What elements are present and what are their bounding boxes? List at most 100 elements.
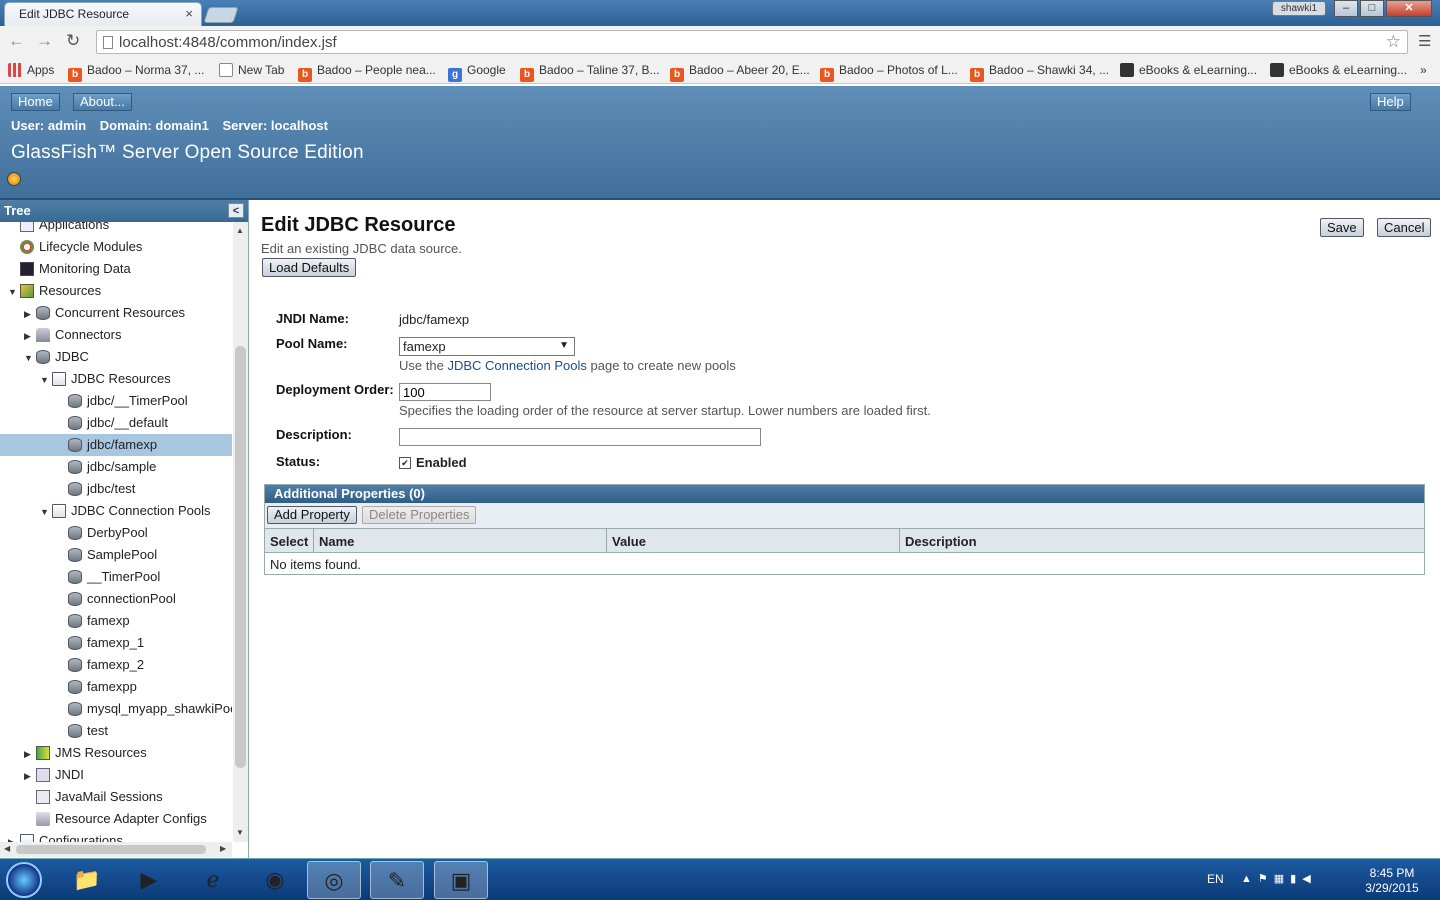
save-button[interactable]: Save (1320, 218, 1364, 237)
clock[interactable]: 8:45 PM 3/29/2015 (1357, 866, 1427, 896)
tab-close-icon[interactable]: × (185, 6, 193, 21)
description-input[interactable] (399, 428, 761, 446)
media-player-icon[interactable]: ▶ (122, 861, 176, 899)
tree-node[interactable]: ▼ JDBC Resources (0, 368, 171, 390)
tree-node[interactable]: ▼ JDBC (0, 346, 89, 368)
forward-arrow-icon[interactable]: → (36, 31, 53, 51)
expanded-arrow-icon[interactable]: ▼ (8, 287, 20, 297)
tray-icons[interactable]: ▲⚑▦▮◀ (1241, 872, 1317, 885)
tree-node[interactable]: jdbc/__default (0, 412, 168, 434)
menu-icon[interactable]: ☰ (1418, 32, 1431, 50)
profile-badge[interactable]: shawki1 (1272, 1, 1326, 16)
scroll-thumb[interactable] (16, 845, 206, 854)
tree-node[interactable]: famexpp (0, 676, 137, 698)
tree-node[interactable]: test (0, 720, 108, 742)
about-button[interactable]: About... (73, 93, 132, 111)
expanded-arrow-icon[interactable]: ▼ (40, 507, 52, 517)
start-button[interactable] (6, 862, 42, 898)
bookmark-item[interactable]: b Badoo – Norma 37, ... (68, 63, 204, 82)
tree-node[interactable]: Resource Adapter Configs (0, 808, 207, 830)
tree-node[interactable]: Lifecycle Modules (0, 236, 142, 258)
tree-node[interactable]: DerbyPool (0, 522, 148, 544)
virtualbox-icon[interactable]: ▣ (434, 861, 488, 899)
load-defaults-button[interactable]: Load Defaults (262, 258, 357, 277)
browser-tab[interactable]: Edit JDBC Resource × (4, 2, 202, 26)
bookmark-star-icon[interactable]: ☆ (1386, 32, 1401, 52)
tree-node[interactable]: jdbc/test (0, 478, 135, 500)
scroll-down-icon[interactable]: ▼ (236, 828, 244, 837)
firefox-icon[interactable]: ◉ (248, 861, 302, 899)
collapsed-arrow-icon[interactable]: ▶ (24, 771, 36, 782)
tree-node[interactable]: famexp (0, 610, 130, 632)
expanded-arrow-icon[interactable]: ▼ (24, 353, 36, 363)
reload-icon[interactable]: ↻ (66, 31, 80, 51)
tree-node[interactable]: Monitoring Data (0, 258, 131, 280)
home-button[interactable]: Home (11, 93, 60, 111)
tree-node[interactable]: jdbc/__TimerPool (0, 390, 188, 412)
chrome-icon[interactable]: ◎ (307, 861, 361, 899)
column-value[interactable]: Value (607, 529, 900, 553)
paint-icon[interactable]: ✎ (370, 861, 424, 899)
tree-node[interactable]: famexp_2 (0, 654, 144, 676)
collapse-tree-icon[interactable]: < (228, 203, 244, 218)
url-input[interactable]: localhost:4848/common/index.jsf ☆ (96, 30, 1408, 54)
scroll-up-icon[interactable]: ▲ (236, 226, 244, 235)
bookmark-item[interactable]: New Tab (219, 63, 284, 77)
tree-node[interactable]: ▶ JMS Resources (0, 742, 147, 764)
bookmark-item[interactable]: b Badoo – Photos of L... (820, 63, 958, 82)
tree-node[interactable]: jdbc/famexp (0, 434, 232, 456)
add-property-button[interactable]: Add Property (267, 506, 357, 524)
tree-node[interactable]: ▶ Concurrent Resources (0, 302, 185, 324)
explorer-icon[interactable]: 📁 (60, 861, 114, 899)
pool-name-select[interactable]: famexp ▼ (399, 337, 575, 356)
collapsed-arrow-icon[interactable]: ▶ (24, 749, 36, 760)
tree-node[interactable]: __TimerPool (0, 566, 160, 588)
column-name[interactable]: Name (314, 529, 607, 553)
bookmark-item[interactable]: g Google (448, 63, 506, 82)
scroll-left-icon[interactable]: ◀ (4, 844, 10, 853)
tree-node[interactable]: ▼ JDBC Connection Pools (0, 500, 210, 522)
window-close-icon[interactable]: ✕ (1386, 0, 1432, 17)
bookmark-item[interactable]: b Badoo – People nea... (298, 63, 436, 82)
tree-node[interactable]: connectionPool (0, 588, 176, 610)
language-indicator[interactable]: EN (1207, 872, 1224, 886)
scroll-thumb[interactable] (235, 346, 246, 768)
new-tab-button[interactable] (203, 7, 239, 23)
bookmarks-more-icon[interactable]: » (1420, 63, 1427, 77)
tree-vertical-scrollbar[interactable]: ▲ ▼ (233, 222, 248, 842)
collapsed-arrow-icon[interactable]: ▶ (24, 331, 36, 342)
column-description[interactable]: Description (900, 529, 1424, 553)
tree-node[interactable]: JavaMail Sessions (0, 786, 163, 808)
collapsed-arrow-icon[interactable]: ▶ (24, 309, 36, 320)
tree-node[interactable]: famexp_1 (0, 632, 144, 654)
scroll-right-icon[interactable]: ▶ (220, 844, 226, 853)
sync-icon[interactable] (7, 172, 21, 186)
tree-node[interactable]: SamplePool (0, 544, 157, 566)
tree-node[interactable]: mysql_myapp_shawkiPool (0, 698, 232, 720)
expanded-arrow-icon[interactable]: ▼ (40, 375, 52, 385)
tree-node[interactable]: ▶ Connectors (0, 324, 121, 346)
deployment-order-input[interactable] (399, 383, 491, 401)
minimize-icon[interactable]: – (1334, 0, 1358, 17)
help-button[interactable]: Help (1370, 93, 1411, 111)
tree-node[interactable]: ▶ Configurations (0, 830, 123, 842)
tree-node[interactable]: jdbc/sample (0, 456, 156, 478)
bookmark-item[interactable]: eBooks & eLearning... (1120, 63, 1257, 77)
cancel-button[interactable]: Cancel (1377, 218, 1432, 237)
tree-node[interactable]: Applications (0, 222, 109, 236)
enabled-checkbox[interactable]: ✔ (399, 457, 411, 469)
bookmark-item[interactable]: b Badoo – Shawki 34, ... (970, 63, 1109, 82)
back-arrow-icon[interactable]: ← (8, 31, 25, 51)
bookmark-item[interactable]: eBooks & eLearning... (1270, 63, 1407, 77)
tree-node[interactable]: ▼ Resources (0, 280, 101, 302)
column-select[interactable]: Select (265, 529, 314, 553)
maximize-icon[interactable]: □ (1360, 0, 1384, 17)
internet-explorer-icon[interactable]: ℯ (186, 861, 240, 899)
bookmark-item[interactable]: b Badoo – Taline 37, B... (520, 63, 660, 82)
bookmark-item[interactable]: b Badoo – Abeer 20, E... (670, 63, 810, 82)
tree-node[interactable]: ▶ JNDI (0, 764, 84, 786)
delete-properties-button[interactable]: Delete Properties (362, 506, 477, 524)
jdbc-connection-pools-link[interactable]: JDBC Connection Pools (447, 358, 586, 373)
tree-horizontal-scrollbar[interactable]: ◀ ▶ (0, 842, 232, 857)
bookmark-apps[interactable]: Apps (8, 63, 54, 77)
